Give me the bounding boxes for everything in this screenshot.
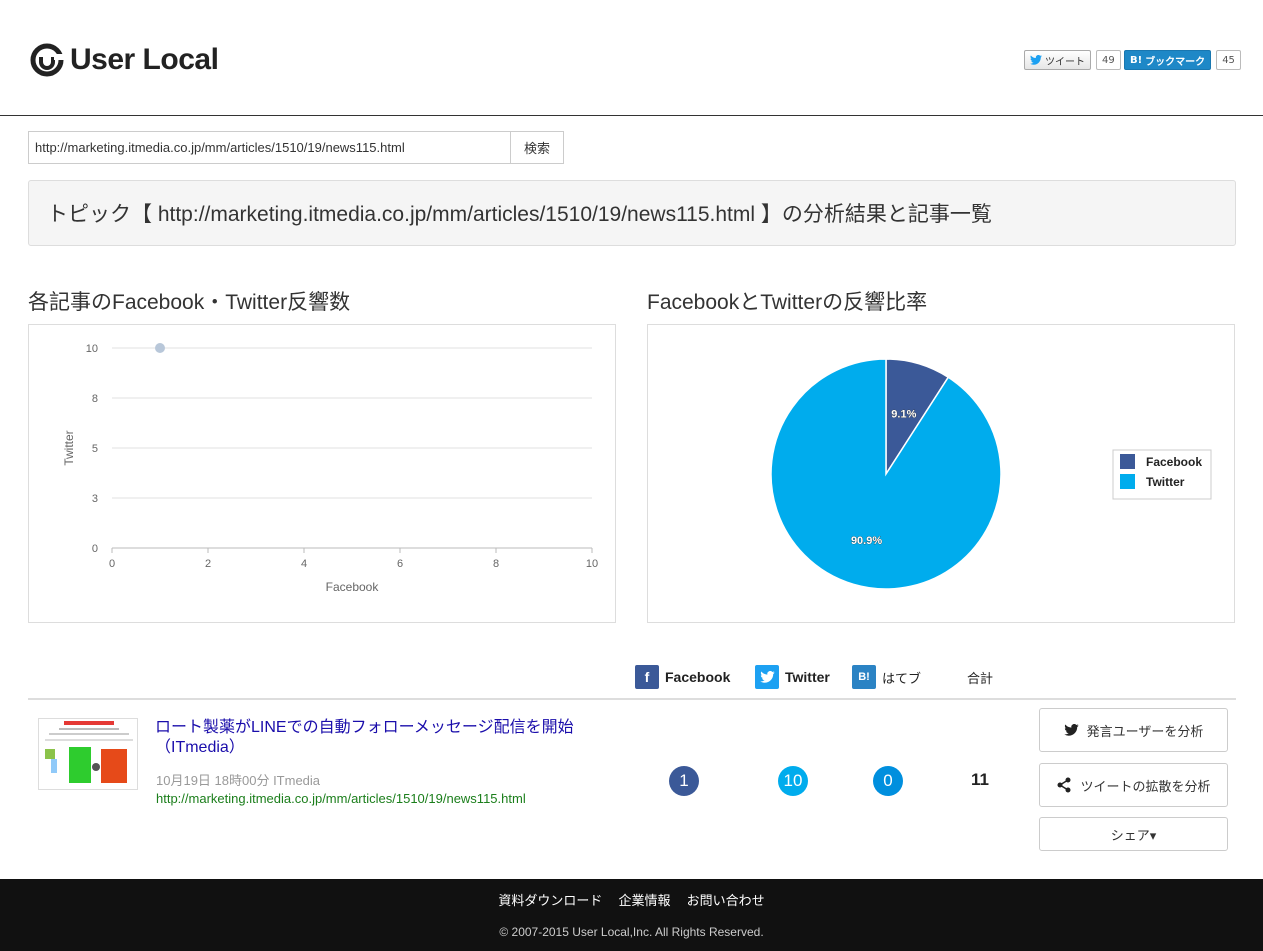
x-tick-label: 2 bbox=[205, 558, 211, 570]
twitter-icon bbox=[755, 665, 779, 689]
y-tick-label: 5 bbox=[92, 443, 98, 455]
search-button[interactable]: 検索 bbox=[511, 131, 564, 164]
total-count: 11 bbox=[971, 770, 989, 789]
search-input[interactable] bbox=[28, 131, 511, 164]
header-hatena: B! はてブ bbox=[852, 665, 921, 689]
pie-slice-twitter bbox=[770, 358, 1002, 590]
facebook-count-badge: 1 bbox=[669, 766, 699, 796]
logo[interactable]: User Local bbox=[30, 40, 219, 80]
hatena-count: 45 bbox=[1216, 50, 1241, 70]
footer-link-download[interactable]: 資料ダウンロード bbox=[498, 894, 602, 909]
facebook-icon: f bbox=[635, 665, 659, 689]
header-twitter-label: Twitter bbox=[785, 669, 830, 685]
footer-links: 資料ダウンロード 企業情報 お問い合わせ bbox=[0, 890, 1263, 909]
twitter-count-badge: 10 bbox=[778, 766, 808, 796]
pie-title: FacebookとTwitterの反響比率 bbox=[647, 291, 928, 314]
pie-chart: 9.1% 90.9% Facebook Twitter bbox=[770, 358, 1212, 590]
share-nodes-icon bbox=[1056, 777, 1072, 793]
analyze-spread-label: ツイートの拡散を分析 bbox=[1080, 779, 1211, 795]
pie-slice-label: 90.9% bbox=[851, 535, 882, 547]
legend-label: Facebook bbox=[1146, 455, 1202, 469]
y-tick-label: 3 bbox=[92, 493, 98, 505]
logo-text: User Local bbox=[70, 43, 219, 76]
share-dropdown-button[interactable]: シェア▾ bbox=[1039, 817, 1228, 851]
scatter-chart: 0 3 5 8 10 0 2 4 6 8 10 Facebook Twitter bbox=[62, 343, 598, 594]
header-facebook-label: Facebook bbox=[665, 669, 731, 685]
list-divider bbox=[28, 698, 1236, 700]
search-bar: 検索 bbox=[28, 131, 564, 164]
legend-swatch-facebook bbox=[1120, 454, 1135, 469]
article-meta: 10月19日 18時00分 ITmedia bbox=[156, 773, 321, 788]
scatter-point bbox=[155, 343, 165, 353]
userlocal-logo-icon bbox=[30, 43, 64, 77]
analyze-users-button[interactable]: 発言ユーザーを分析 bbox=[1039, 708, 1228, 752]
scatter-title: 各記事のFacebook・Twitter反響数 bbox=[28, 291, 351, 314]
x-tick-label: 8 bbox=[493, 558, 499, 570]
x-tick-label: 4 bbox=[301, 558, 307, 570]
footer-link-company[interactable]: 企業情報 bbox=[618, 894, 670, 909]
tweet-label: ツイート bbox=[1045, 56, 1085, 68]
legend-swatch-twitter bbox=[1120, 474, 1135, 489]
article-row: ロート製薬がLINEでの自動フォローメッセージ配信を開始（ITmedia） 10… bbox=[28, 708, 1236, 858]
header-total: 合計 bbox=[967, 668, 993, 687]
hatena-bookmark-button[interactable]: B! ブックマーク bbox=[1124, 50, 1212, 70]
footer-link-contact[interactable]: お問い合わせ bbox=[687, 894, 765, 909]
header-facebook: f Facebook bbox=[635, 665, 730, 689]
analyze-spread-button[interactable]: ツイートの拡散を分析 bbox=[1039, 763, 1228, 807]
analyze-users-label: 発言ユーザーを分析 bbox=[1086, 724, 1204, 740]
scatter-chart-panel: 0 3 5 8 10 0 2 4 6 8 10 Facebook Twitter bbox=[28, 324, 616, 623]
x-axis-label: Facebook bbox=[326, 580, 380, 594]
twitter-bird-icon bbox=[1063, 724, 1079, 736]
y-axis-label: Twitter bbox=[62, 430, 76, 465]
pie-legend: Facebook Twitter bbox=[1112, 449, 1212, 500]
topic-heading-box: トピック【 http://marketing.itmedia.co.jp/mm/… bbox=[28, 180, 1236, 246]
tweet-share: ツイート 49 bbox=[1024, 50, 1121, 70]
pie-slice-label: 9.1% bbox=[891, 408, 916, 420]
tweet-button[interactable]: ツイート bbox=[1024, 50, 1091, 70]
y-tick-label: 8 bbox=[92, 393, 98, 405]
article-thumbnail[interactable] bbox=[38, 718, 138, 790]
hatena-share: B! ブックマーク 45 bbox=[1124, 50, 1241, 70]
x-tick-label: 6 bbox=[397, 558, 403, 570]
site-header: User Local ツイート 49 B! ブックマーク 45 bbox=[0, 0, 1263, 116]
tweet-count: 49 bbox=[1096, 50, 1121, 70]
header-total-label: 合計 bbox=[967, 672, 994, 687]
legend-label: Twitter bbox=[1146, 475, 1185, 489]
article-list-header: f Facebook Twitter B! はてブ 合計 bbox=[0, 665, 1263, 700]
header-twitter: Twitter bbox=[755, 665, 830, 689]
y-tick-label: 10 bbox=[86, 343, 98, 355]
hatena-bookmark-icon: B! bbox=[852, 665, 876, 689]
hatena-count-badge: 0 bbox=[873, 766, 903, 796]
y-tick-label: 0 bbox=[92, 543, 98, 555]
article-url[interactable]: http://marketing.itmedia.co.jp/mm/articl… bbox=[156, 791, 526, 806]
pie-chart-panel: 9.1% 90.9% Facebook Twitter bbox=[647, 324, 1235, 623]
hatena-icon: B! bbox=[1130, 54, 1143, 66]
article-title-link[interactable]: ロート製薬がLINEでの自動フォローメッセージ配信を開始（ITmedia） bbox=[155, 718, 615, 758]
topic-heading: トピック【 http://marketing.itmedia.co.jp/mm/… bbox=[47, 203, 992, 226]
footer-copyright: © 2007-2015 User Local,Inc. All Rights R… bbox=[499, 925, 764, 939]
hatena-label: ブックマーク bbox=[1145, 56, 1206, 68]
twitter-bird-icon bbox=[1030, 55, 1042, 65]
header-hatena-label: はてブ bbox=[882, 671, 922, 687]
x-tick-label: 10 bbox=[586, 558, 598, 570]
x-tick-label: 0 bbox=[109, 558, 115, 570]
site-footer: 資料ダウンロード 企業情報 お問い合わせ © 2007-2015 User Lo… bbox=[0, 879, 1263, 951]
